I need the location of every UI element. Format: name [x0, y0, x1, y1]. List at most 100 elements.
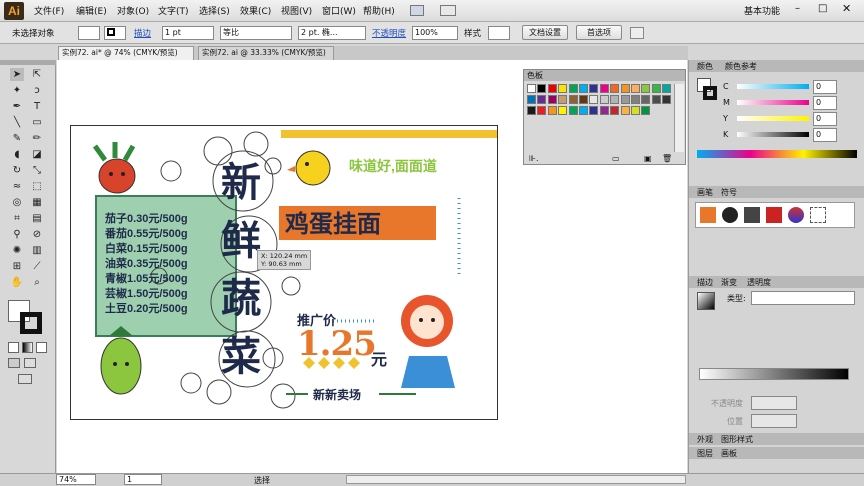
- color-spectrum[interactable]: [697, 150, 857, 158]
- color-swatch[interactable]: [537, 95, 547, 104]
- tab-artboards[interactable]: 画板: [721, 448, 737, 459]
- color-swatch[interactable]: [547, 106, 557, 115]
- preferences-button[interactable]: 首选项: [576, 25, 622, 40]
- bridge-icon[interactable]: [410, 5, 424, 16]
- menu-window[interactable]: 窗口(W): [322, 4, 356, 17]
- rotate-tool-icon[interactable]: ↻: [10, 164, 24, 177]
- gradient-opacity-field[interactable]: [751, 396, 797, 410]
- eraser-icon[interactable]: ◪: [30, 148, 44, 161]
- color-swatch[interactable]: [537, 84, 547, 93]
- symbol-ribbon-icon[interactable]: [766, 207, 782, 223]
- type-tool-icon[interactable]: T: [30, 100, 44, 113]
- gradient-mode-icon[interactable]: [22, 342, 33, 353]
- free-transform-icon[interactable]: ⬚: [30, 180, 44, 193]
- color-swatch[interactable]: [651, 95, 661, 104]
- color-swatch[interactable]: [589, 106, 599, 115]
- tab-transparency[interactable]: 透明度: [747, 277, 771, 288]
- opacity-field[interactable]: 100%: [412, 26, 458, 40]
- color-swatch[interactable]: [547, 84, 557, 93]
- color-swatch[interactable]: [641, 84, 651, 93]
- artboard-nav-field[interactable]: 1: [124, 474, 162, 485]
- color-swatch[interactable]: [558, 84, 568, 93]
- none-mode-icon[interactable]: [36, 342, 47, 353]
- warp-tool-icon[interactable]: ≈: [10, 180, 24, 193]
- swatch-grid[interactable]: [527, 84, 673, 152]
- mesh-tool-icon[interactable]: ⌗: [10, 212, 24, 225]
- color-swatch[interactable]: [579, 84, 588, 93]
- color-swatch[interactable]: [662, 84, 672, 93]
- color-swatch[interactable]: [579, 95, 588, 104]
- gradient-type-select[interactable]: [751, 291, 855, 305]
- color-swatch[interactable]: [527, 95, 536, 104]
- color-swatch[interactable]: [610, 95, 620, 104]
- blob-brush-icon[interactable]: ◖: [10, 148, 24, 161]
- hand-tool-icon[interactable]: ✋: [10, 276, 24, 289]
- screen-mode-icon[interactable]: [18, 374, 32, 384]
- color-swatch[interactable]: [599, 84, 609, 93]
- color-mode-icon[interactable]: [8, 342, 19, 353]
- stroke-label[interactable]: 描边: [134, 27, 151, 39]
- swatches-scrollbar[interactable]: [674, 84, 684, 152]
- workspace-switcher[interactable]: 基本功能: [744, 4, 780, 17]
- gradient-tool-icon[interactable]: ▤: [30, 212, 44, 225]
- symbol-sprayer-icon[interactable]: ✺: [10, 244, 24, 257]
- tab-doc-1[interactable]: 实例72. ai* @ 74% (CMYK/预览): [58, 46, 194, 60]
- symbol-cube-icon[interactable]: [700, 207, 716, 223]
- tab-color[interactable]: 颜色: [697, 61, 713, 72]
- color-swatch[interactable]: [631, 106, 640, 115]
- symbol-splash-icon[interactable]: [722, 207, 738, 223]
- brush-field[interactable]: 2 pt. 椭...: [298, 26, 366, 40]
- c-field[interactable]: 0: [813, 80, 837, 94]
- symbol-frame-icon[interactable]: [810, 207, 826, 223]
- color-swatch[interactable]: [579, 106, 588, 115]
- tab-layers[interactable]: 图层: [697, 448, 713, 459]
- color-swatch[interactable]: [568, 106, 578, 115]
- opacity-label[interactable]: 不透明度: [372, 27, 406, 39]
- m-slider[interactable]: [737, 100, 809, 105]
- symbol-sphere-icon[interactable]: [788, 207, 804, 223]
- menu-text[interactable]: 文字(T): [158, 4, 189, 17]
- magic-wand-icon[interactable]: ✦: [10, 84, 24, 97]
- direct-selection-icon[interactable]: ⇱: [30, 68, 44, 81]
- color-swatch[interactable]: [610, 84, 620, 93]
- artboard[interactable]: 茄子0.30元/500g 番茄0.55元/500g 白菜0.15元/500g 油…: [70, 125, 498, 420]
- arrange-icon[interactable]: [440, 5, 456, 16]
- color-swatch[interactable]: [651, 84, 661, 93]
- m-field[interactable]: 0: [813, 96, 837, 110]
- align-icon[interactable]: [630, 27, 644, 39]
- gradient-location-field[interactable]: [751, 414, 797, 428]
- color-swatch[interactable]: [547, 95, 557, 104]
- c-slider[interactable]: [737, 84, 809, 89]
- zoom-tool-icon[interactable]: ⌕: [30, 276, 44, 289]
- gradient-slider[interactable]: [699, 368, 849, 380]
- maximize-icon[interactable]: □: [818, 3, 827, 14]
- y-slider[interactable]: [737, 116, 809, 121]
- menu-object[interactable]: 对象(O): [117, 4, 149, 17]
- fill-swatch[interactable]: [78, 26, 100, 40]
- tab-color-guide[interactable]: 颜色参考: [725, 61, 757, 72]
- menu-effect[interactable]: 效果(C): [240, 4, 271, 17]
- color-swatch[interactable]: [589, 95, 599, 104]
- color-swatch[interactable]: [620, 95, 630, 104]
- k-slider[interactable]: [737, 132, 809, 137]
- stroke-swatch[interactable]: [104, 26, 126, 40]
- y-field[interactable]: 0: [813, 112, 837, 126]
- tab-appearance[interactable]: 外观: [697, 434, 713, 445]
- color-swatch[interactable]: [568, 95, 578, 104]
- symbols-list[interactable]: [695, 202, 855, 228]
- color-swatch[interactable]: [620, 84, 630, 93]
- menu-file[interactable]: 文件(F): [34, 4, 64, 17]
- pen-tool-icon[interactable]: ✒: [10, 100, 24, 113]
- zoom-field[interactable]: 74%: [56, 474, 96, 485]
- color-swatch[interactable]: [558, 95, 568, 104]
- draw-behind-icon[interactable]: [24, 358, 36, 368]
- delete-swatch-icon[interactable]: 🗑: [662, 154, 672, 163]
- color-swatch[interactable]: [599, 95, 609, 104]
- slice-tool-icon[interactable]: ⟋: [30, 260, 44, 273]
- style-swatch[interactable]: [488, 26, 510, 40]
- color-swatch[interactable]: [662, 95, 672, 104]
- perspective-grid-icon[interactable]: ▦: [30, 196, 44, 209]
- menu-view[interactable]: 视图(V): [281, 4, 312, 17]
- lasso-icon[interactable]: ↄ: [30, 84, 44, 97]
- stroke-color-box[interactable]: [20, 312, 42, 334]
